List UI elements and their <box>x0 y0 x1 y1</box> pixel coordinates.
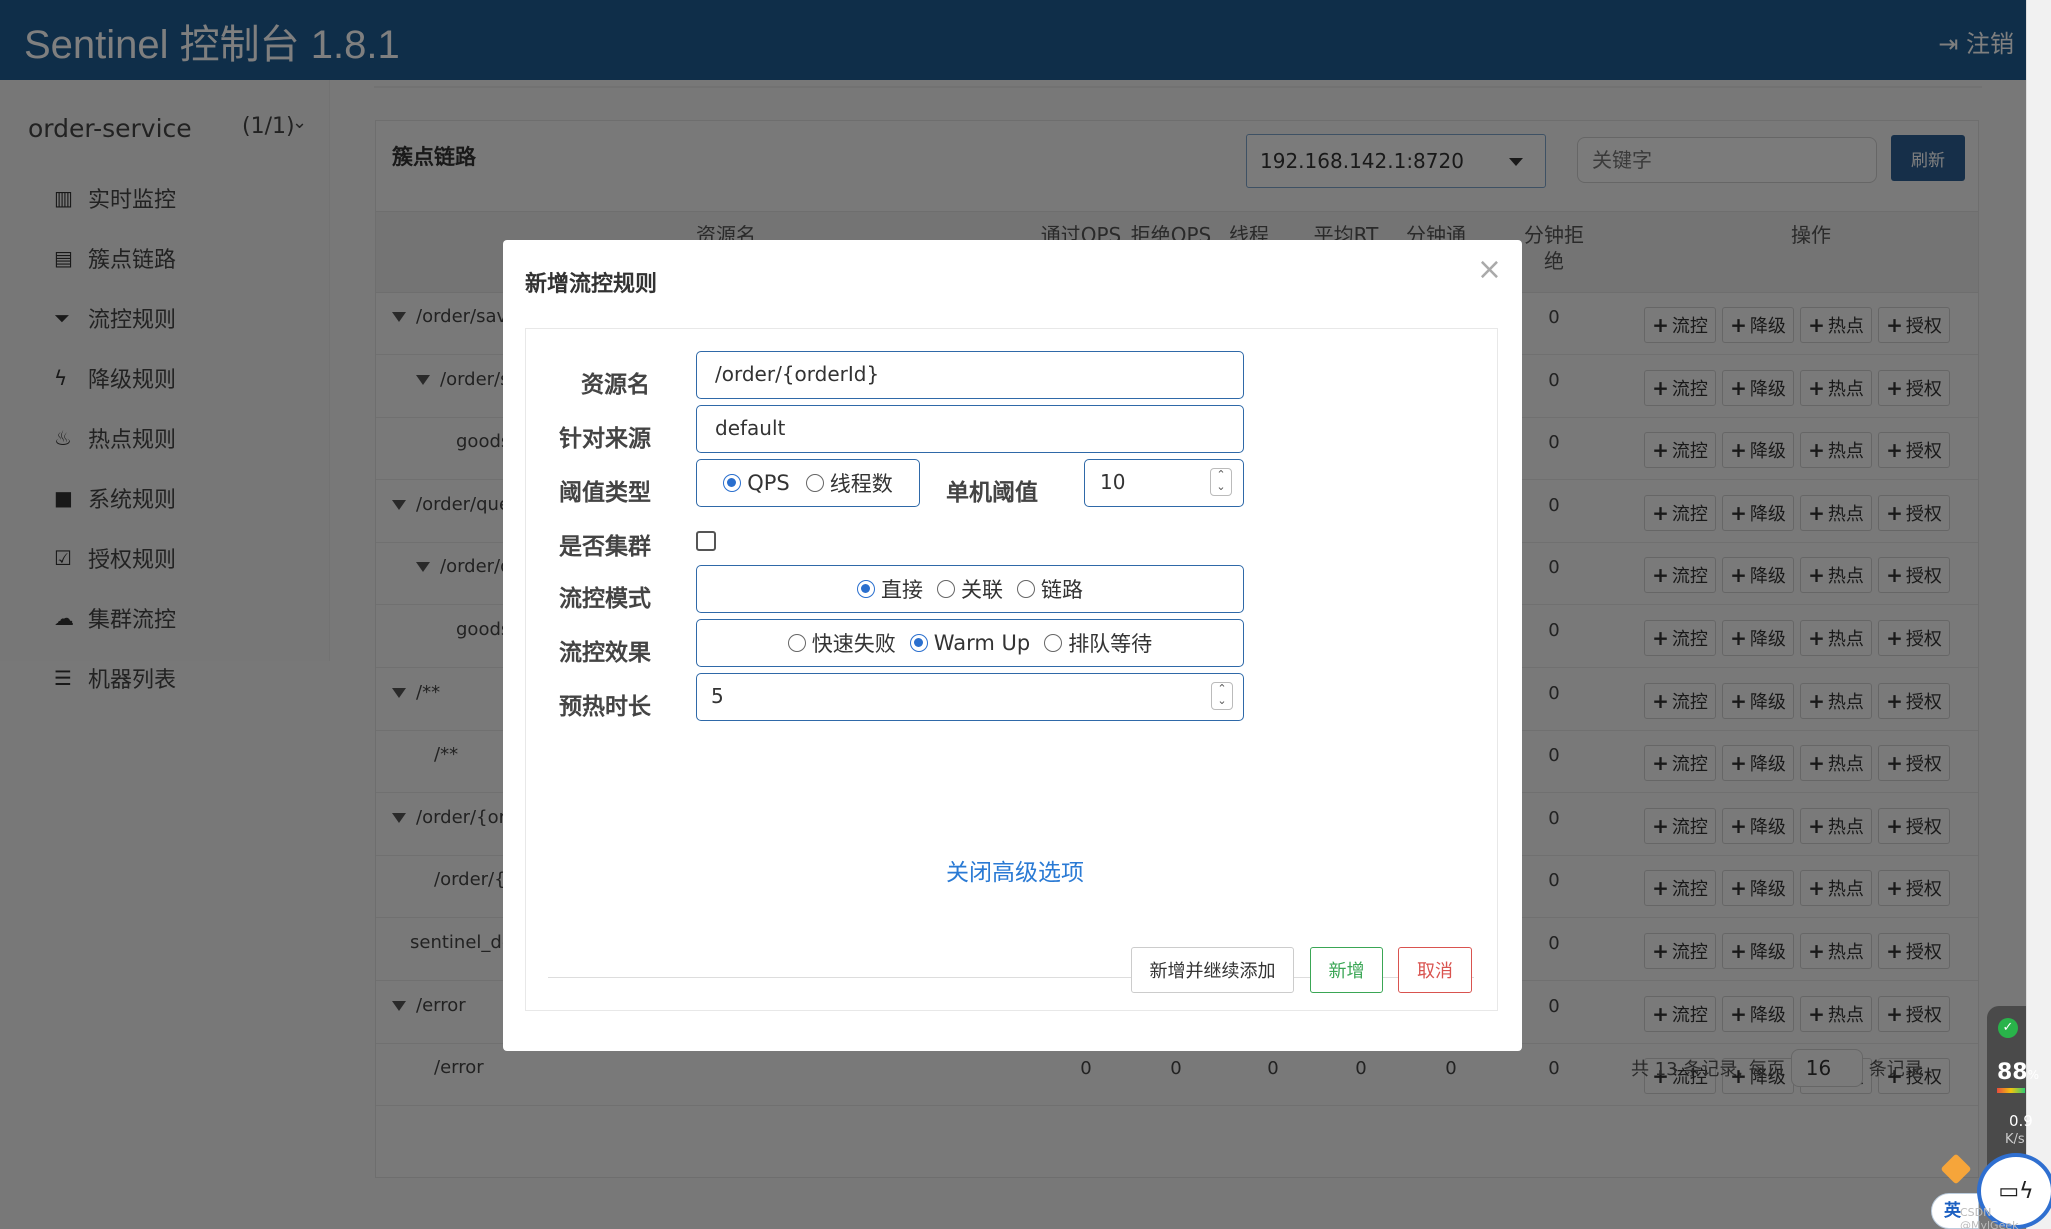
threshold-label: 单机阈值 <box>946 480 1038 506</box>
add-flow-rule-dialog: 新增流控规则 × 资源名 /order/{orderId} 针对来源 defau… <box>503 240 1522 1051</box>
threshold-type-group: QPS 线程数 <box>696 459 920 507</box>
threshold-value: 10 <box>1100 470 1126 494</box>
flow-strategy-group: 直接 关联 链路 <box>696 565 1244 613</box>
strategy-radio-direct[interactable]: 直接 <box>857 574 923 604</box>
resource-name-value: /order/{orderId} <box>715 362 880 386</box>
effect-radio-fast-fail[interactable]: 快速失败 <box>787 628 896 658</box>
strategy-label: 流控模式 <box>559 586 651 612</box>
watermark: CSDN @MylGeek <box>1960 1206 2019 1229</box>
radio-checked-icon <box>857 580 875 598</box>
limit-origin-value: default <box>715 416 786 440</box>
resource-name-input[interactable]: /order/{orderId} <box>696 351 1244 399</box>
strategy-radio-relate[interactable]: 关联 <box>937 574 1003 604</box>
cluster-label: 是否集群 <box>559 534 651 560</box>
radio-unchecked-icon <box>787 634 806 652</box>
net-speed-unit: K/s <box>2005 1132 2025 1147</box>
rule-form: 资源名 /order/{orderId} 针对来源 default 阈值类型 Q… <box>525 328 1498 1011</box>
radio-unchecked-icon <box>1017 580 1035 598</box>
radio-unchecked-icon <box>805 474 824 492</box>
cpu-percent: 88% <box>1997 1060 2040 1085</box>
page-scrollbar[interactable] <box>2026 0 2051 1229</box>
radio-label: Warm Up <box>933 631 1031 655</box>
threshold-input[interactable]: 10 ⌃ ⌄ <box>1084 459 1244 507</box>
warmup-period-value: 5 <box>711 684 724 708</box>
radio-label: 线程数 <box>829 472 893 496</box>
limit-origin-input[interactable]: default <box>696 405 1244 453</box>
grade-label: 阈值类型 <box>559 480 651 506</box>
grade-radio-qps[interactable]: QPS <box>723 471 790 495</box>
strategy-radio-chain[interactable]: 链路 <box>1017 574 1083 604</box>
radio-checked-icon <box>909 634 928 652</box>
add-button[interactable]: 新增 <box>1310 947 1383 993</box>
radio-unchecked-icon <box>937 580 955 598</box>
radio-label: 排队等待 <box>1068 632 1153 656</box>
effect-label: 流控效果 <box>559 640 651 666</box>
radio-unchecked-icon <box>1044 634 1063 652</box>
cpu-bar <box>1997 1088 2025 1093</box>
close-icon[interactable]: × <box>1477 252 1502 287</box>
effect-radio-queue[interactable]: 排队等待 <box>1044 628 1152 658</box>
dialog-title: 新增流控规则 <box>525 272 658 297</box>
toggle-advanced-link[interactable]: 关闭高级选项 <box>946 853 1084 887</box>
origin-label: 针对来源 <box>559 426 651 452</box>
control-behavior-group: 快速失败 Warm Up 排队等待 <box>696 619 1244 667</box>
grade-radio-threads[interactable]: 线程数 <box>805 468 893 498</box>
add-and-continue-button[interactable]: 新增并继续添加 <box>1131 947 1294 993</box>
net-speed-value: 0.9 <box>2009 1112 2033 1130</box>
spinner-icon[interactable]: ⌃ ⌄ <box>1210 468 1232 496</box>
cancel-button[interactable]: 取消 <box>1398 947 1472 993</box>
cluster-mode-checkbox[interactable] <box>696 531 716 551</box>
radio-label: 直接 <box>881 578 923 602</box>
radio-label: 链路 <box>1041 578 1083 602</box>
radio-label: QPS <box>747 471 790 495</box>
radio-checked-icon <box>723 474 742 492</box>
spinner-icon[interactable]: ⌃ ⌄ <box>1211 682 1233 710</box>
effect-radio-warm-up[interactable]: Warm Up <box>909 631 1031 655</box>
check-circle-icon: ✓ <box>1998 1018 2018 1038</box>
radio-label: 关联 <box>961 578 1003 602</box>
warmup-period-input[interactable]: 5 ⌃ ⌄ <box>696 673 1244 721</box>
resource-label: 资源名 <box>581 372 650 398</box>
radio-label: 快速失败 <box>811 632 896 656</box>
warmup-label: 预热时长 <box>559 694 651 720</box>
